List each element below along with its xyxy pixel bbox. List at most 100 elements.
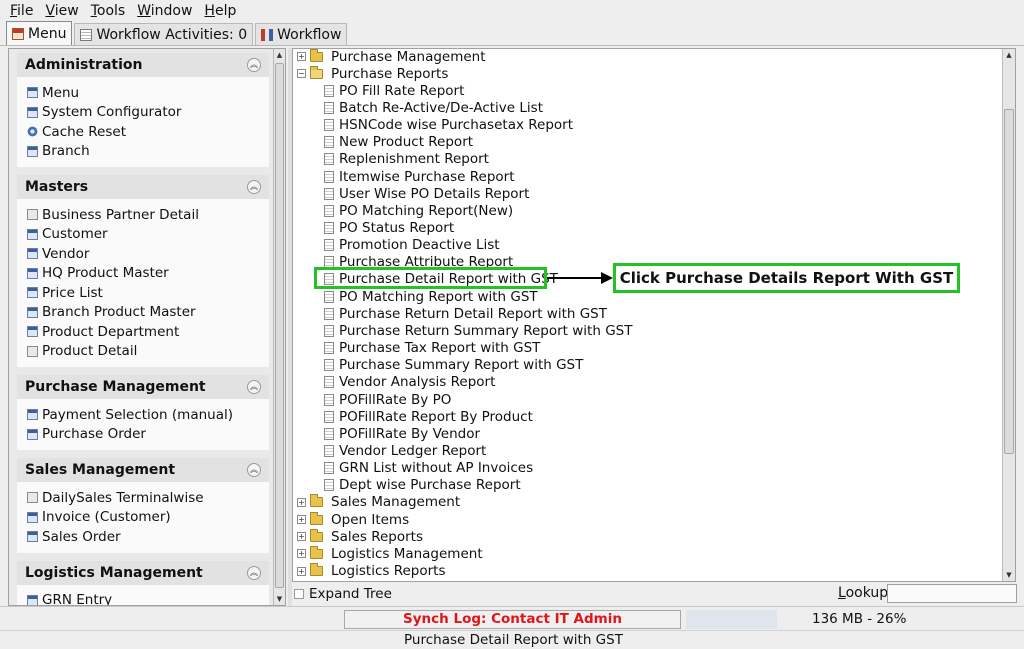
tree-scroll-thumb[interactable] [1004,109,1014,454]
collapse-node-icon[interactable]: − [297,69,306,79]
tree-folder[interactable]: + Logistics Reports [297,563,445,580]
scroll-down-icon[interactable]: ▼ [275,593,284,605]
menu-item[interactable]: Branch [27,142,259,162]
tree-folder[interactable]: + Purchase Management [297,49,486,65]
expand-node-icon[interactable]: + [297,549,306,559]
tree-report-item[interactable]: POFillRate By PO [324,391,451,408]
section-header[interactable]: Logistics Management ︽ [17,560,269,585]
tree-scrollbar[interactable]: ▲ ▼ [1002,49,1015,581]
tree-report-item[interactable]: Vendor Ledger Report [324,442,486,459]
collapse-icon[interactable]: ︽ [247,58,261,72]
menu-item[interactable]: Price List [27,283,259,303]
collapse-icon[interactable]: ︽ [247,463,261,477]
menu-file[interactable]: File [4,1,39,21]
menu-item[interactable]: Product Department [27,322,259,342]
section-header[interactable]: Sales Management ︽ [17,458,269,482]
lookup-input[interactable] [887,584,1017,603]
left-scroll-thumb[interactable] [275,63,284,588]
menu-item[interactable]: Purchase Order [27,425,259,445]
expand-node-icon[interactable]: + [297,532,306,542]
menu-item[interactable]: System Configurator [27,103,259,123]
tree-report-item[interactable]: User Wise PO Details Report [324,185,529,202]
document-icon [324,427,334,440]
section-header[interactable]: Administration ︽ [17,53,269,77]
menu-item[interactable]: Business Partner Detail [27,205,259,225]
menu-item[interactable]: HQ Product Master [27,264,259,284]
document-icon [324,239,334,252]
workflow-icon [261,28,274,41]
collapse-icon[interactable]: ︽ [247,565,261,580]
table-icon [80,28,93,41]
tree-report-item[interactable]: Purchase Return Detail Report with GST [324,305,607,322]
menu-window[interactable]: Window [131,1,198,21]
expand-node-icon[interactable]: + [297,497,306,507]
arrow-icon [547,272,613,284]
tree-report-item[interactable]: PO Matching Report(New) [324,202,513,219]
menu-item[interactable]: Branch Product Master [27,303,259,323]
collapse-icon[interactable]: ︽ [247,180,261,194]
menu-help[interactable]: Help [198,1,242,21]
tree-report-item[interactable]: Itemwise Purchase Report [324,168,515,185]
window-icon [27,306,38,318]
tree-report-item[interactable]: Purchase Tax Report with GST [324,340,540,357]
tree-report-item[interactable]: POFillRate Report By Product [324,408,533,425]
tab-menu[interactable]: Menu [6,21,73,45]
window-icon [27,511,38,523]
tree-folder[interactable]: − Purchase Reports [297,65,448,82]
expand-tree-checkbox[interactable] [294,589,304,599]
collapse-icon[interactable]: ︽ [247,380,261,394]
tree-folder[interactable]: + Sales Management [297,494,460,511]
section-header[interactable]: Purchase Management ︽ [17,375,269,399]
menu-item[interactable]: Customer [27,225,259,245]
tab-workflow-activities[interactable]: Workflow Activities: 0 [74,23,254,45]
synch-log-button[interactable]: Synch Log: Contact IT Admin [344,610,681,629]
tree-report-item[interactable]: PO Fill Rate Report [324,82,464,99]
tree-report-item[interactable]: Batch Re-Active/De-Active List [324,99,543,116]
scroll-down-icon[interactable]: ▼ [1004,569,1014,581]
tree-report-item[interactable]: PO Status Report [324,220,454,237]
menu-view[interactable]: View [39,1,84,21]
tree-report-item[interactable]: HSNCode wise Purchasetax Report [324,117,573,134]
tab-workflow[interactable]: Workflow [255,23,348,45]
tree-report-item[interactable]: Vendor Analysis Report [324,374,495,391]
menu-item[interactable]: DailySales Terminalwise [27,488,259,508]
tree-report-item[interactable]: Dept wise Purchase Report [324,477,521,494]
section-administration: Administration ︽ Menu System Configurator Ca… [17,53,269,167]
menu-item[interactable]: Payment Selection (manual) [27,405,259,425]
tree-report-item[interactable]: GRN List without AP Invoices [324,460,533,477]
tree-report-item[interactable]: New Product Report [324,134,473,151]
expand-node-icon[interactable]: + [297,566,306,576]
expand-node-icon[interactable]: + [297,52,306,61]
tree-folder[interactable]: + Logistics Management [297,545,483,562]
tree-report-item[interactable]: PO Matching Report with GST [324,288,538,305]
menu-item[interactable]: Invoice (Customer) [27,508,259,528]
tree-folder[interactable]: + Sales Reports [297,528,423,545]
document-icon [324,119,334,132]
menu-item[interactable]: Sales Order [27,527,259,547]
scroll-up-icon[interactable]: ▲ [275,49,284,61]
menu-item[interactable]: GRN Entry [27,591,259,605]
tree-report-item[interactable]: Replenishment Report [324,151,489,168]
menu-item[interactable]: Product Detail [27,342,259,362]
menu-item[interactable]: Menu [27,83,259,103]
window-icon [27,409,38,421]
tree-folder[interactable]: + Open Items [297,511,409,528]
menu-item[interactable]: Cache Reset [27,122,259,142]
document-icon [324,84,334,97]
left-scrollbar[interactable]: ▲ ▼ [273,49,285,605]
window-icon [27,248,38,260]
tree-report-item[interactable]: Promotion Deactive List [324,237,500,254]
tree-report-item[interactable]: POFillRate By Vendor [324,425,480,442]
menu-tools[interactable]: Tools [85,1,132,21]
tree-report-item[interactable]: Purchase Return Summary Report with GST [324,322,632,339]
expand-node-icon[interactable]: + [297,515,306,525]
tree-footer: Expand Tree Lookup [292,584,1024,604]
section-logistics-management: Logistics Management ︽ GRN Entry [17,560,269,605]
menu-item[interactable]: Vendor [27,244,259,264]
folder-icon [310,511,323,525]
expand-tree-label[interactable]: Expand Tree [309,586,392,602]
window-icon [27,326,38,338]
section-header[interactable]: Masters ︽ [17,175,269,199]
tree-report-item[interactable]: Purchase Summary Report with GST [324,357,583,374]
scroll-up-icon[interactable]: ▲ [1004,49,1014,61]
